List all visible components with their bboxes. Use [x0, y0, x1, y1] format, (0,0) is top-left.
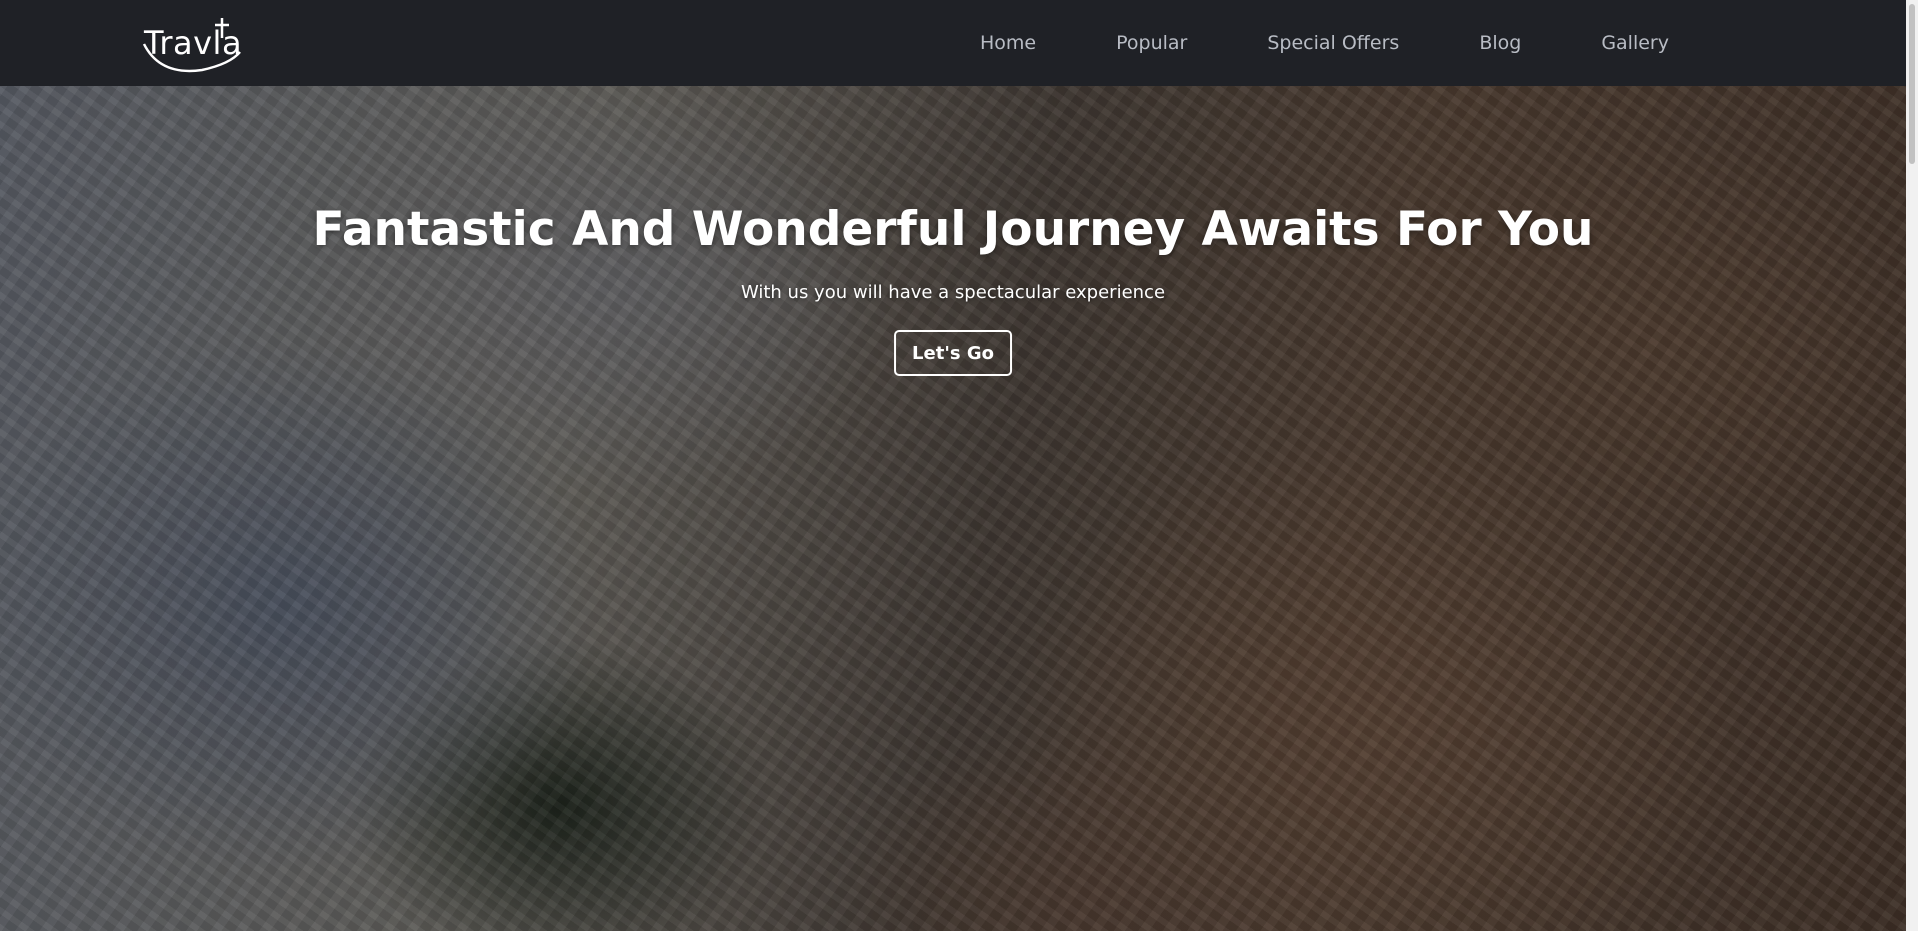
hero-subtitle: With us you will have a spectacular expe… [740, 282, 1166, 303]
main-nav: Home Popular Special Offers Blog Gallery [980, 0, 1669, 86]
nav-blog-link[interactable]: Blog [1479, 32, 1521, 54]
page-scrollbar[interactable] [1906, 0, 1918, 931]
nav-popular-link[interactable]: Popular [1116, 32, 1187, 54]
site-logo[interactable]: Travla [140, 14, 250, 76]
nav-gallery-link[interactable]: Gallery [1601, 32, 1669, 54]
nav-special-offers-link[interactable]: Special Offers [1267, 32, 1399, 54]
hero-title: Fantastic And Wonderful Journey Awaits F… [312, 202, 1594, 257]
scrollbar-thumb[interactable] [1909, 4, 1915, 164]
lets-go-button[interactable]: Let's Go [894, 330, 1012, 376]
navbar: Travla Home Popular Special Offers Blog … [0, 0, 1906, 86]
hero-section: Fantastic And Wonderful Journey Awaits F… [0, 86, 1906, 931]
logo-text: Travla [144, 24, 243, 62]
nav-home-link[interactable]: Home [980, 32, 1036, 54]
